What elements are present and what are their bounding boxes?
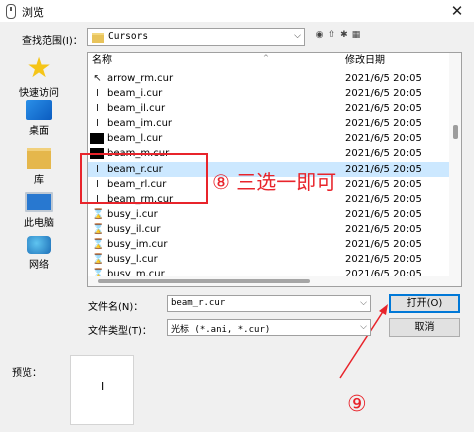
cancel-button[interactable]: 取消 [389,318,460,337]
open-button[interactable]: 打开(O) [389,294,460,313]
preview-pane: I [70,355,134,425]
chevron-down-icon[interactable]: ⌵ [360,322,367,332]
file-type-value: 光标 (*.ani, *.cur) [171,325,271,335]
preview-label: 预览： [12,368,42,379]
cursor-preview-icon: I [101,380,105,393]
annotation-number: ⑨ [347,392,367,417]
file-name-value: beam_r.cur [171,298,226,308]
file-type-select[interactable]: 光标 (*.ani, *.cur) ⌵ [167,319,371,336]
chevron-down-icon[interactable]: ⌵ [360,298,367,308]
file-name-label: 文件名(N)： [88,302,144,313]
file-type-label: 文件类型(T)： [88,326,152,337]
file-name-input[interactable]: beam_r.cur ⌵ [167,295,371,312]
